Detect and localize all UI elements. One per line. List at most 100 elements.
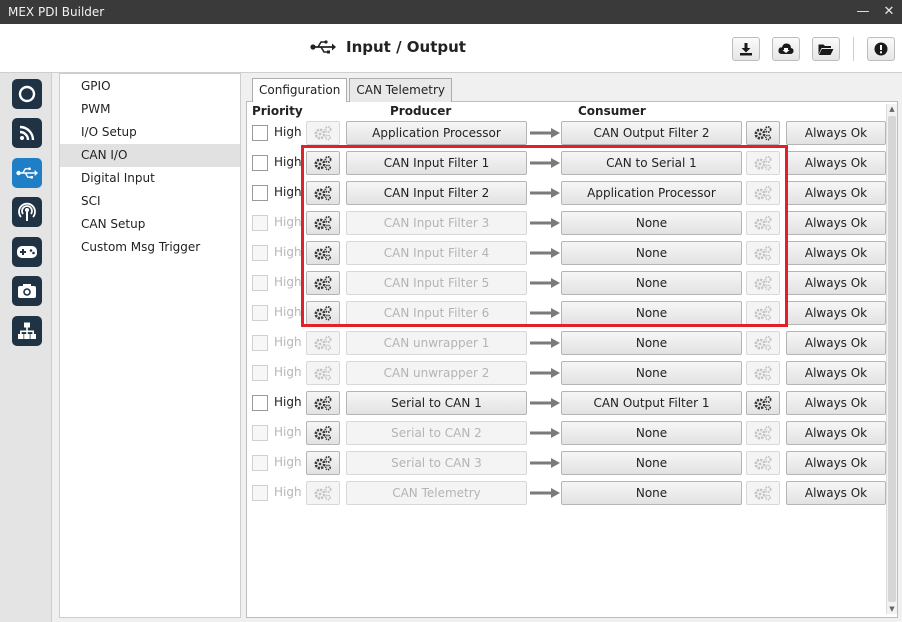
producer-settings-button[interactable] xyxy=(306,301,340,325)
priority-checkbox[interactable] xyxy=(252,305,268,321)
priority-checkbox[interactable] xyxy=(252,275,268,291)
iconbar-item-power[interactable] xyxy=(12,79,42,109)
producer-settings-button[interactable] xyxy=(306,121,340,145)
consumer-settings-button[interactable] xyxy=(746,451,780,475)
iconbar-item-network[interactable] xyxy=(12,316,42,346)
priority-checkbox[interactable] xyxy=(252,485,268,501)
priority-checkbox[interactable] xyxy=(252,185,268,201)
producer-button[interactable]: CAN Input Filter 1 xyxy=(346,151,527,175)
producer-button[interactable]: Serial to CAN 2 xyxy=(346,421,527,445)
status-button[interactable]: Always Ok xyxy=(786,451,886,475)
priority-checkbox[interactable] xyxy=(252,395,268,411)
producer-button[interactable]: Application Processor xyxy=(346,121,527,145)
status-button[interactable]: Always Ok xyxy=(786,361,886,385)
producer-settings-button[interactable] xyxy=(306,451,340,475)
iconbar-item-input-output[interactable] xyxy=(12,158,42,188)
priority-checkbox[interactable] xyxy=(252,365,268,381)
priority-checkbox[interactable] xyxy=(252,125,268,141)
status-button[interactable]: Always Ok xyxy=(786,241,886,265)
menu-item-sci[interactable]: SCI xyxy=(60,190,240,213)
consumer-button[interactable]: None xyxy=(561,301,742,325)
status-button[interactable]: Always Ok xyxy=(786,271,886,295)
status-button[interactable]: Always Ok xyxy=(786,331,886,355)
producer-button[interactable]: CAN Input Filter 5 xyxy=(346,271,527,295)
consumer-settings-button[interactable] xyxy=(746,361,780,385)
consumer-settings-button[interactable] xyxy=(746,391,780,415)
status-button[interactable]: Always Ok xyxy=(786,301,886,325)
menu-item-custom-msg-trigger[interactable]: Custom Msg Trigger xyxy=(60,236,240,259)
consumer-settings-button[interactable] xyxy=(746,301,780,325)
consumer-button[interactable]: CAN to Serial 1 xyxy=(561,151,742,175)
scroll-up-icon[interactable]: ▲ xyxy=(887,104,897,114)
consumer-settings-button[interactable] xyxy=(746,121,780,145)
producer-settings-button[interactable] xyxy=(306,361,340,385)
iconbar-item-camera[interactable] xyxy=(12,276,42,306)
status-button[interactable]: Always Ok xyxy=(786,481,886,505)
menu-item-gpio[interactable]: GPIO xyxy=(60,75,240,98)
priority-checkbox[interactable] xyxy=(252,335,268,351)
consumer-button[interactable]: None xyxy=(561,211,742,235)
consumer-settings-button[interactable] xyxy=(746,421,780,445)
consumer-button[interactable]: None xyxy=(561,271,742,295)
consumer-button[interactable]: None xyxy=(561,421,742,445)
producer-button[interactable]: CAN Input Filter 6 xyxy=(346,301,527,325)
producer-button[interactable]: CAN Input Filter 2 xyxy=(346,181,527,205)
menu-item-digital-input[interactable]: Digital Input xyxy=(60,167,240,190)
status-button[interactable]: Always Ok xyxy=(786,391,886,415)
producer-settings-button[interactable] xyxy=(306,391,340,415)
producer-settings-button[interactable] xyxy=(306,181,340,205)
info-button[interactable] xyxy=(867,37,895,61)
consumer-button[interactable]: None xyxy=(561,361,742,385)
iconbar-item-broadcast[interactable] xyxy=(12,197,42,227)
producer-settings-button[interactable] xyxy=(306,211,340,235)
tab-can-telemetry[interactable]: CAN Telemetry xyxy=(349,78,452,102)
consumer-button[interactable]: None xyxy=(561,241,742,265)
open-folder-button[interactable] xyxy=(812,37,840,61)
producer-button[interactable]: Serial to CAN 3 xyxy=(346,451,527,475)
producer-settings-button[interactable] xyxy=(306,151,340,175)
cloud-download-button[interactable] xyxy=(772,37,800,61)
producer-button[interactable]: CAN Telemetry xyxy=(346,481,527,505)
consumer-button[interactable]: None xyxy=(561,331,742,355)
producer-settings-button[interactable] xyxy=(306,331,340,355)
priority-checkbox[interactable] xyxy=(252,215,268,231)
status-button[interactable]: Always Ok xyxy=(786,211,886,235)
producer-button[interactable]: CAN unwrapper 2 xyxy=(346,361,527,385)
producer-settings-button[interactable] xyxy=(306,271,340,295)
producer-button[interactable]: Serial to CAN 1 xyxy=(346,391,527,415)
scroll-down-icon[interactable]: ▼ xyxy=(887,604,897,614)
producer-settings-button[interactable] xyxy=(306,481,340,505)
consumer-settings-button[interactable] xyxy=(746,241,780,265)
consumer-settings-button[interactable] xyxy=(746,151,780,175)
iconbar-item-telemetry[interactable] xyxy=(12,118,42,148)
menu-item-can-io[interactable]: CAN I/O xyxy=(60,144,240,167)
status-button[interactable]: Always Ok xyxy=(786,121,886,145)
producer-button[interactable]: CAN Input Filter 3 xyxy=(346,211,527,235)
consumer-settings-button[interactable] xyxy=(746,481,780,505)
consumer-settings-button[interactable] xyxy=(746,211,780,235)
producer-button[interactable]: CAN unwrapper 1 xyxy=(346,331,527,355)
status-button[interactable]: Always Ok xyxy=(786,181,886,205)
consumer-button[interactable]: None xyxy=(561,451,742,475)
consumer-settings-button[interactable] xyxy=(746,331,780,355)
menu-item-can-setup[interactable]: CAN Setup xyxy=(60,213,240,236)
download-button[interactable] xyxy=(732,37,760,61)
iconbar-item-gamepad[interactable] xyxy=(12,237,42,267)
consumer-button[interactable]: CAN Output Filter 2 xyxy=(561,121,742,145)
tab-configuration[interactable]: Configuration xyxy=(252,78,348,102)
status-button[interactable]: Always Ok xyxy=(786,151,886,175)
consumer-settings-button[interactable] xyxy=(746,271,780,295)
producer-settings-button[interactable] xyxy=(306,421,340,445)
producer-settings-button[interactable] xyxy=(306,241,340,265)
priority-checkbox[interactable] xyxy=(252,155,268,171)
consumer-button[interactable]: CAN Output Filter 1 xyxy=(561,391,742,415)
priority-checkbox[interactable] xyxy=(252,425,268,441)
consumer-button[interactable]: None xyxy=(561,481,742,505)
priority-checkbox[interactable] xyxy=(252,245,268,261)
status-button[interactable]: Always Ok xyxy=(786,421,886,445)
consumer-settings-button[interactable] xyxy=(746,181,780,205)
menu-item-pwm[interactable]: PWM xyxy=(60,98,240,121)
scroll-thumb[interactable] xyxy=(888,116,896,602)
close-icon[interactable]: ✕ xyxy=(882,5,896,19)
priority-checkbox[interactable] xyxy=(252,455,268,471)
